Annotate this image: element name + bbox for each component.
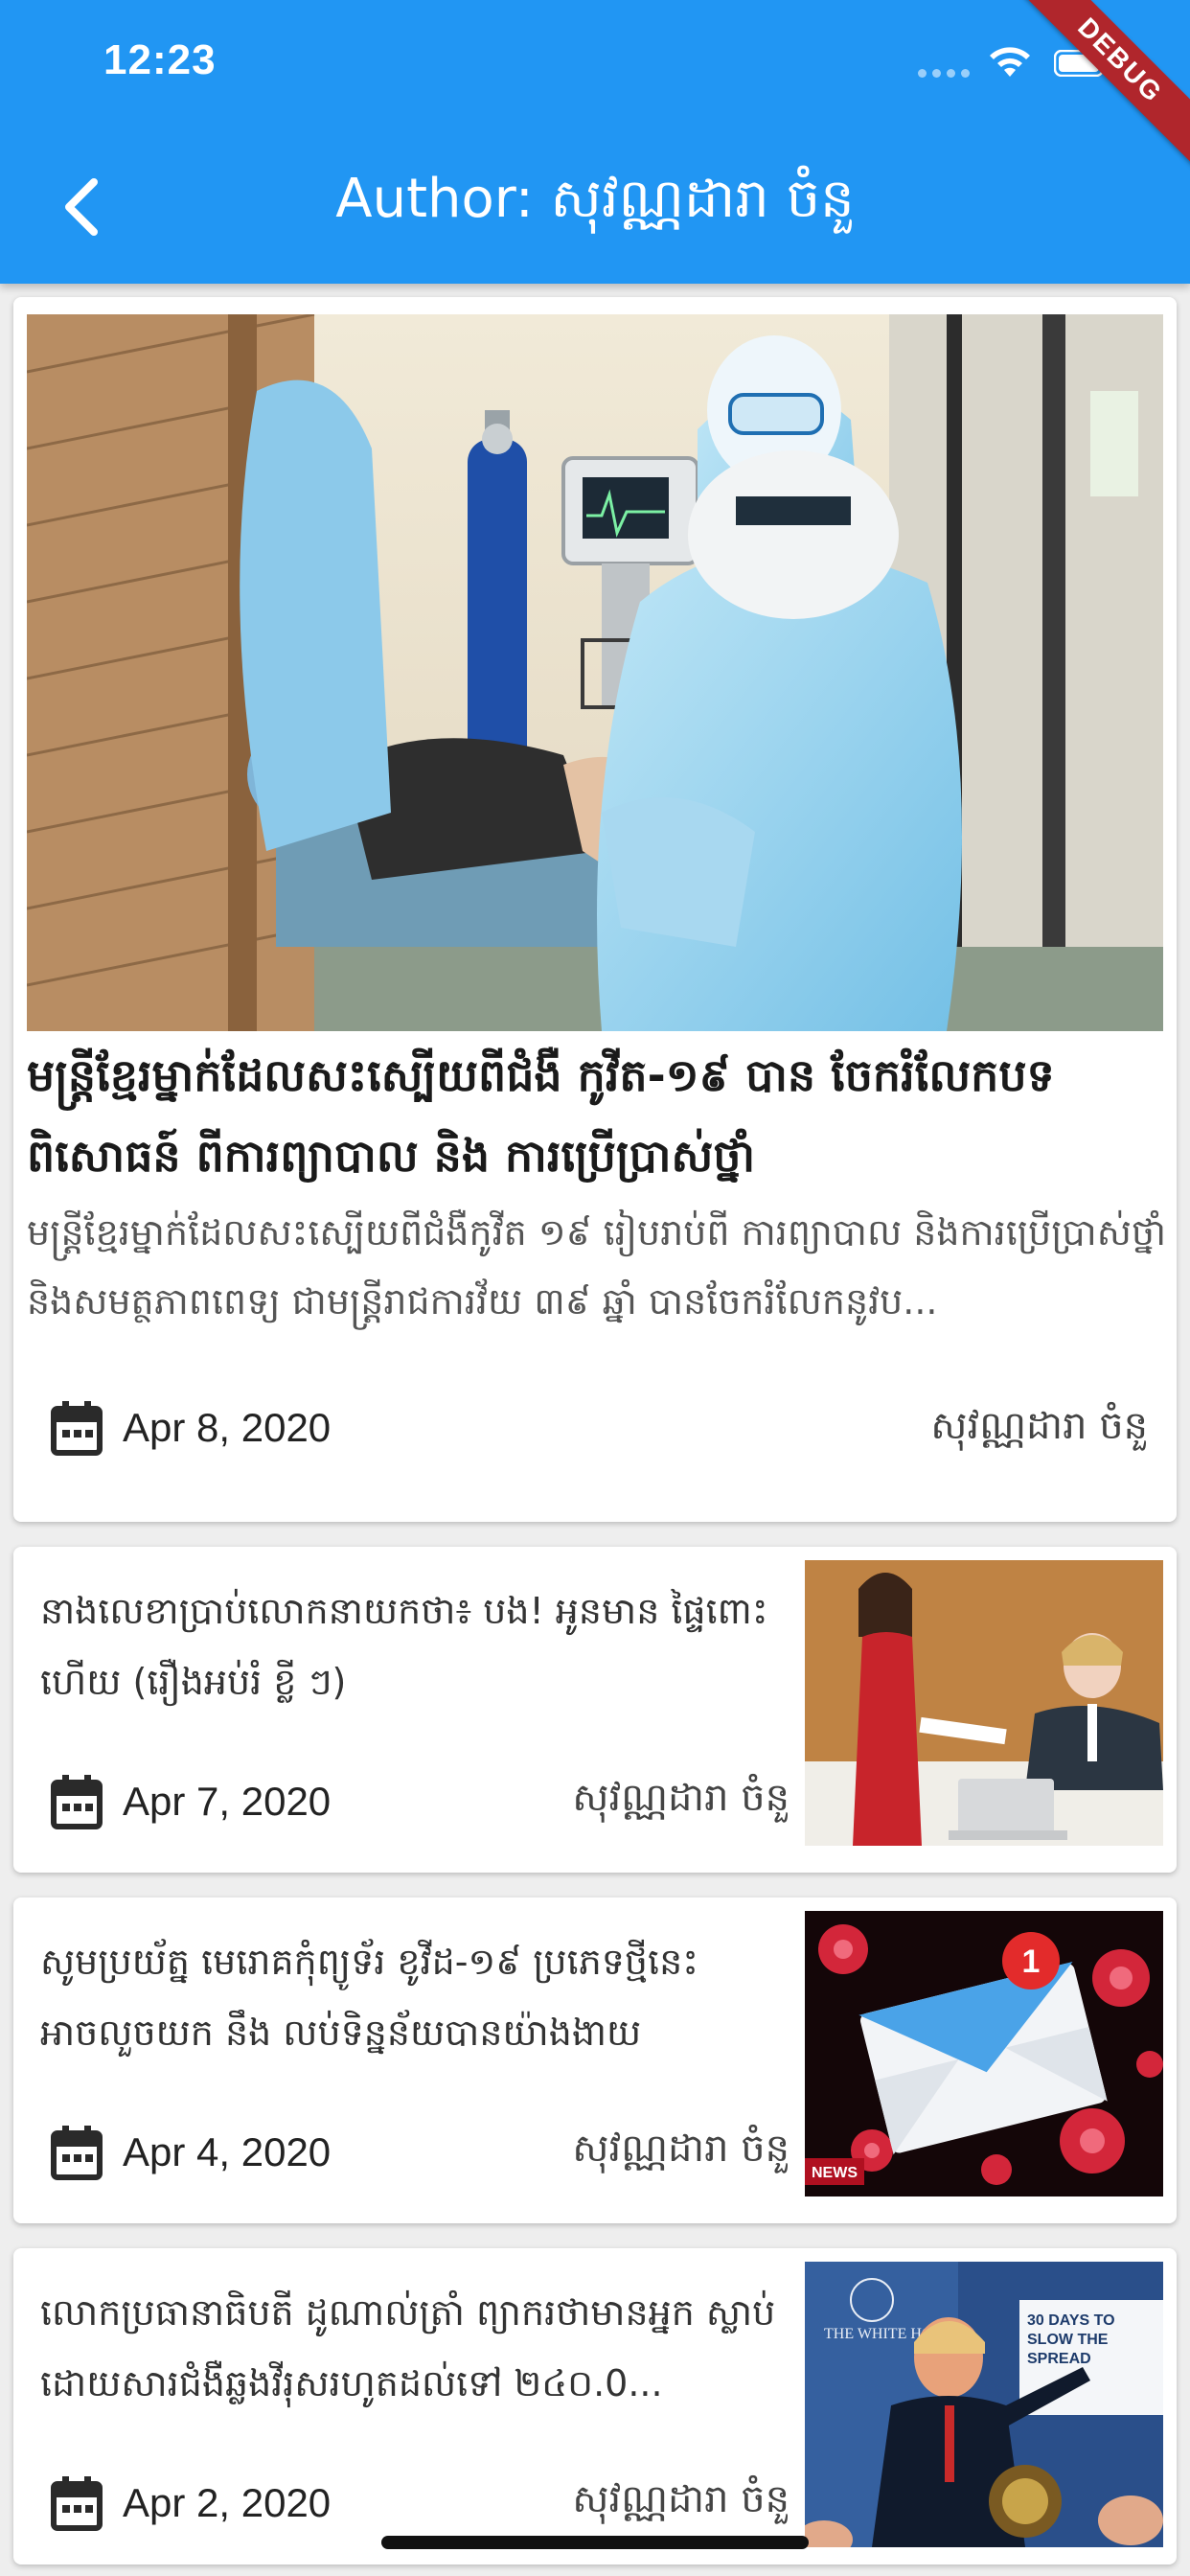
- home-indicator[interactable]: [381, 2536, 809, 2549]
- article-title: លោកប្រធានាធិបតី ដូណាល់ត្រាំ ព្យាករថាមានអ…: [40, 2291, 776, 2404]
- page-title: Author: សុវណ្ណដារា ចំនួ: [335, 168, 855, 230]
- featured-article-summary: មន្ត្រីខ្មែរម្នាក់ដែលសះស្បើយពីជំងឺកូវីត …: [27, 1211, 1167, 1322]
- calendar-icon: [51, 1775, 103, 1829]
- featured-article-title: មន្ត្រីខ្មែរម្នាក់ដែលសះស្បើយពីជំងឺ កូវីត…: [27, 1049, 1055, 1182]
- notification-badge: 1: [1022, 1944, 1041, 1980]
- article-thumbnail: [805, 1560, 1163, 1846]
- featured-date-row: Apr 8, 2020: [50, 1399, 331, 1457]
- news-tag: NEWS: [812, 2165, 858, 2181]
- article-author: សុវណ្ណដារា ចំនួ: [572, 1776, 790, 1820]
- article-thumbnail: 1 NEWS: [805, 1911, 1163, 2196]
- featured-article-image: [27, 314, 1163, 1031]
- article-title: នាងលេខាប្រាប់លោកនាយកថា៖ បង! អូនមាន ផ្ទៃព…: [40, 1590, 768, 1703]
- calendar-icon: [51, 2126, 103, 2180]
- article-card[interactable]: លោកប្រធានាធិបតី ដូណាល់ត្រាំ ព្យាករថាមានអ…: [13, 2248, 1177, 2564]
- featured-article-card[interactable]: មន្ត្រីខ្មែរម្នាក់ដែលសះស្បើយពីជំងឺ កូវីត…: [13, 297, 1177, 1522]
- article-card[interactable]: សូមប្រយ័ត្ន មេរោគកុំព្យូទ័រ ខូវីដ-១៩ ប្រ…: [13, 1898, 1177, 2223]
- article-date: Apr 4, 2020: [123, 2129, 332, 2174]
- status-time: 12:23: [103, 36, 217, 83]
- article-date-row: Apr 2, 2020: [50, 2474, 331, 2532]
- article-date: Apr 7, 2020: [123, 1779, 332, 1824]
- cellular-signal-icon: [918, 69, 970, 78]
- calendar-icon: [51, 2476, 103, 2531]
- article-date: Apr 2, 2020: [123, 2480, 332, 2525]
- calendar-icon: [51, 1401, 103, 1456]
- wifi-icon: [990, 47, 1030, 77]
- featured-article-author: សុវណ្ណដារា ចំនួ: [930, 1404, 1148, 1448]
- slow-the-spread-sign: 30 DAYS TO SLOW THE SPREAD: [1027, 2312, 1115, 2367]
- app-bar: 12:23 Author: សុវណ្ណដារា ចំនួ: [0, 0, 1190, 284]
- article-author: សុវណ្ណដារា ចំនួ: [572, 2477, 790, 2521]
- article-card[interactable]: នាងលេខាប្រាប់លោកនាយកថា៖ បង! អូនមាន ផ្ទៃព…: [13, 1547, 1177, 1873]
- article-thumbnail: THE WHITE HOUSE 30 DAYS TO SLOW THE SPRE…: [805, 2262, 1163, 2547]
- article-title: សូមប្រយ័ត្ន មេរោគកុំព្យូទ័រ ខូវីដ-១៩ ប្រ…: [40, 1941, 698, 2054]
- article-author: សុវណ្ណដារា ចំនួ: [572, 2127, 790, 2171]
- article-date-row: Apr 4, 2020: [50, 2124, 331, 2181]
- article-date-row: Apr 7, 2020: [50, 1773, 331, 1830]
- featured-article-date: Apr 8, 2020: [123, 1405, 332, 1450]
